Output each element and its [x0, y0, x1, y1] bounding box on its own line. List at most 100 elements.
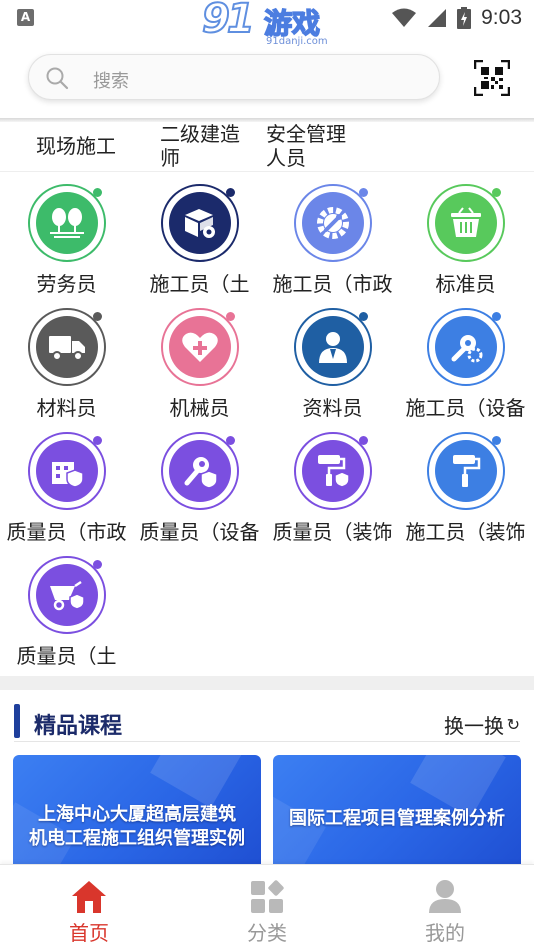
role-item-quality-municipal[interactable]: 质量员（市政: [0, 426, 133, 544]
section-separator: [0, 676, 534, 690]
status-dot: [359, 436, 368, 445]
course-card[interactable]: 上海中心大厦超高层建筑 机电工程施工组织管理实例: [13, 755, 261, 867]
watermark-logo: 91 游戏 91danji.com: [198, 0, 338, 52]
role-label: 施工员（装饰: [405, 520, 526, 544]
status-dot: [492, 188, 501, 197]
status-dot: [226, 436, 235, 445]
role-ring: [28, 556, 106, 634]
role-item-materials[interactable]: 材料员: [0, 302, 133, 420]
role-item-construction-equipment[interactable]: 施工员（设备: [399, 302, 532, 420]
role-label: 材料员: [36, 396, 97, 420]
status-dot: [93, 436, 102, 445]
role-item-construction-decoration[interactable]: 施工员（装饰: [399, 426, 532, 544]
role-ring: [427, 432, 505, 510]
nav-label: 分类: [247, 921, 287, 945]
status-dot: [226, 312, 235, 321]
search-input[interactable]: 搜索: [28, 54, 440, 100]
role-item-machinery[interactable]: 机械员: [133, 302, 266, 420]
logo-url: 91danji.com: [266, 36, 328, 47]
role-label: 质量员（装饰: [272, 520, 393, 544]
role-item-quality-decoration[interactable]: 质量员（装饰: [266, 426, 399, 544]
section-title: 精品课程: [34, 714, 123, 739]
search-placeholder: 搜索: [93, 71, 129, 92]
course-title-line: 国际工程项目管理案例分析: [289, 808, 505, 829]
bottom-nav: 首页 分类 我的: [0, 864, 534, 950]
tab-second-class-builder[interactable]: 二级建造 师: [160, 122, 256, 170]
role-label: 资料员: [302, 396, 363, 420]
course-title-line: 上海中心大厦超高层建筑: [38, 804, 236, 825]
role-ring: [28, 432, 106, 510]
box-gear-icon: [169, 192, 231, 254]
status-dot: [359, 188, 368, 197]
role-label: 施工员（土: [149, 272, 250, 296]
section-divider: [14, 741, 520, 742]
wrench-gear-icon: [435, 316, 497, 378]
user-icon: [429, 880, 461, 913]
nav-label: 首页: [69, 921, 109, 945]
category-icon: [251, 880, 284, 913]
role-label: 质量员（土: [16, 644, 117, 668]
basket-icon: [435, 192, 497, 254]
status-dot: [492, 436, 501, 445]
course-card[interactable]: 国际工程项目管理案例分析: [273, 755, 521, 867]
role-ring: [294, 432, 372, 510]
nav-home[interactable]: 首页: [0, 865, 178, 950]
truck-icon: [36, 316, 98, 378]
trees-icon: [36, 192, 98, 254]
search-row: 搜索: [0, 50, 534, 106]
building-shield-icon: [36, 440, 98, 502]
nav-category[interactable]: 分类: [178, 865, 356, 950]
role-ring: [161, 184, 239, 262]
role-label: 质量员（市政: [6, 520, 127, 544]
role-item-quality-civil[interactable]: 质量员（土: [0, 550, 133, 668]
tab-safety-management[interactable]: 安全管理 人员: [266, 122, 362, 170]
refresh-icon[interactable]: ↻: [507, 715, 520, 734]
role-item-construction-municipal[interactable]: 施工员（市政: [266, 178, 399, 296]
nav-mine[interactable]: 我的: [356, 865, 534, 950]
course-title-line: 机电工程施工组织管理实例: [29, 828, 245, 849]
course-section-header: 精品课程 换一换 ↻: [0, 700, 534, 742]
role-label: 机械员: [169, 396, 230, 420]
role-item-labor[interactable]: 劳务员: [0, 178, 133, 296]
role-ring: [427, 308, 505, 386]
role-ring: [427, 184, 505, 262]
role-ring: [294, 184, 372, 262]
status-dot: [93, 188, 102, 197]
role-ring: [28, 308, 106, 386]
status-dot: [93, 312, 102, 321]
qr-code-icon[interactable]: [474, 60, 510, 96]
section-accent-bar: [14, 704, 20, 738]
status-dot: [93, 560, 102, 569]
card-decoration: [150, 755, 246, 808]
role-label: 标准员: [435, 272, 496, 296]
wrench-gear-icon: [302, 192, 364, 254]
role-item-construction-civil[interactable]: 施工员（土: [133, 178, 266, 296]
logo-number: 91: [201, 0, 256, 43]
role-item-documentation[interactable]: 资料员: [266, 302, 399, 420]
role-item-quality-equipment[interactable]: 质量员（设备: [133, 426, 266, 544]
category-tabs: 现场施工 二级建造 师 安全管理 人员: [0, 122, 534, 172]
role-ring: [161, 308, 239, 386]
battery-icon: [457, 7, 472, 29]
status-dot: [359, 312, 368, 321]
paint-roller-shield-icon: [302, 440, 364, 502]
role-label: 施工员（设备: [405, 396, 526, 420]
search-icon: [46, 67, 69, 90]
status-dot: [226, 188, 235, 197]
person-icon: [302, 316, 364, 378]
tab-onsite-construction[interactable]: 现场施工: [36, 134, 116, 158]
home-icon: [72, 881, 106, 913]
clock: 9:03: [481, 6, 522, 29]
status-bar: A 91 游戏 91danji.com 9:03: [0, 0, 534, 47]
role-label: 施工员（市政: [272, 272, 393, 296]
role-label: 劳务员: [36, 272, 97, 296]
a-icon: A: [17, 9, 34, 26]
role-item-standards[interactable]: 标准员: [399, 178, 532, 296]
paint-roller-icon: [435, 440, 497, 502]
refresh-button[interactable]: 换一换: [444, 710, 504, 739]
signal-icon: [428, 9, 447, 27]
heart-plus-icon: [169, 316, 231, 378]
wrench-shield-icon: [169, 440, 231, 502]
status-dot: [492, 312, 501, 321]
system-icons: 9:03: [391, 6, 522, 30]
